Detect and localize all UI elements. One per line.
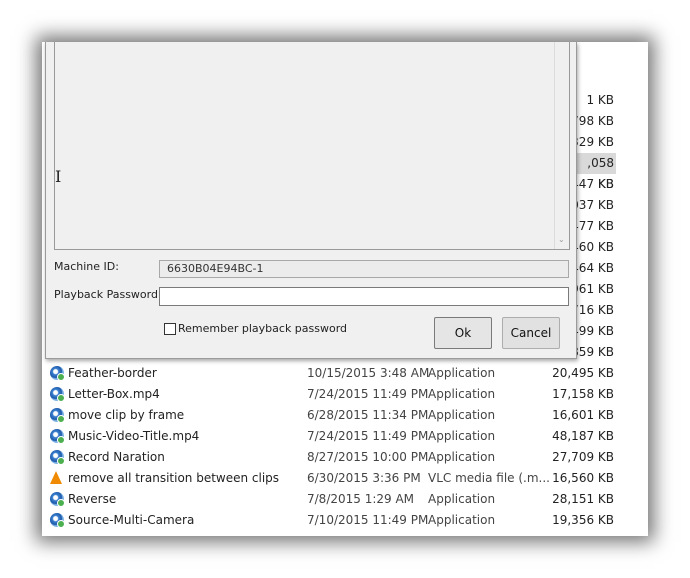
app-icon [50, 429, 65, 444]
app-icon [50, 408, 65, 423]
file-name: move clip by frame [68, 408, 185, 422]
file-size: 16,601 KB [552, 408, 614, 422]
remember-password-checkbox[interactable] [164, 323, 176, 335]
list-item[interactable]: Source-Multi-Camera 7/10/2015 11:49 PM App… [42, 510, 648, 531]
file-size: 48,187 KB [552, 429, 614, 443]
app-icon [50, 366, 65, 381]
file-date: 6/28/2015 11:34 PM [307, 408, 429, 422]
file-type: Application [428, 387, 496, 401]
playback-password-dialog: ⌄ I Machine ID: 6630B04E94BC-1 Playback … [45, 42, 577, 359]
ok-button[interactable]: Ok [434, 317, 492, 349]
file-type: VLC media file (.m... [428, 471, 550, 485]
file-type: Application [428, 492, 496, 506]
file-date: 7/24/2015 11:49 PM [307, 429, 429, 443]
app-icon [50, 492, 65, 507]
vlc-cone-icon [50, 471, 64, 485]
playback-password-input[interactable] [159, 287, 569, 306]
file-name: Letter-Box.mp4 [68, 387, 160, 401]
playback-password-label: Playback Password: [54, 288, 162, 301]
file-date: 8/27/2015 10:00 PM [307, 450, 429, 464]
app-icon [50, 513, 65, 528]
text-cursor-ibeam-icon: I [55, 167, 62, 186]
list-item[interactable]: Reverse 7/8/2015 1:29 AM Application 28,151… [42, 489, 648, 510]
file-size: 27,709 KB [552, 450, 614, 464]
file-date: 7/8/2015 1:29 AM [307, 492, 415, 506]
app-icon [50, 450, 65, 465]
file-name: remove all transition between clips [68, 471, 280, 485]
file-name: Reverse [68, 492, 117, 506]
machine-id-label: Machine ID: [54, 260, 119, 273]
file-name: Source-Multi-Camera [68, 513, 195, 527]
file-name: Music-Video-Title.mp4 [68, 429, 200, 443]
file-type: Application [428, 513, 496, 527]
list-item[interactable]: Music-Video-Title.mp4 7/24/2015 11:49 PM A… [42, 426, 648, 447]
file-size: 16,560 KB [552, 471, 614, 485]
vertical-scrollbar[interactable]: ⌄ [554, 42, 569, 249]
machine-id-field[interactable]: 6630B04E94BC-1 [159, 260, 569, 278]
list-item[interactable]: move clip by frame 6/28/2015 11:34 PM Appl… [42, 405, 648, 426]
file-date: 10/15/2015 3:48 AM [307, 366, 430, 380]
size-cell: ,058 KB [574, 153, 616, 191]
file-size: 28,151 KB [552, 492, 614, 506]
file-size: 17,158 KB [552, 387, 614, 401]
file-date: 7/10/2015 11:49 PM [307, 513, 429, 527]
file-type: Application [428, 450, 496, 464]
file-date: 7/24/2015 11:49 PM [307, 387, 429, 401]
info-text-area[interactable]: ⌄ [54, 42, 570, 250]
file-type: Application [428, 366, 496, 380]
file-type: Application [428, 408, 496, 422]
remember-password-label: Remember playback password [178, 322, 348, 335]
file-name: Record Naration [68, 450, 165, 464]
scroll-down-chevron-icon[interactable]: ⌄ [558, 235, 565, 244]
app-icon [50, 387, 65, 402]
list-item[interactable]: Record Naration 8/27/2015 10:00 PM Applica… [42, 447, 648, 468]
file-name: Feather-border [68, 366, 157, 380]
size-cell: 1 KB [586, 93, 614, 107]
list-item[interactable]: Letter-Box.mp4 7/24/2015 11:49 PM Applicat… [42, 384, 648, 405]
file-date: 6/30/2015 3:36 PM [307, 471, 421, 485]
cancel-button[interactable]: Cancel [502, 317, 560, 349]
screenshot-frame: 1 KB ,798 KB ,329 KB ,058 KB ,447 KB ,037 KB,… [42, 42, 648, 536]
list-item[interactable]: remove all transition between clips 6/30/… [42, 468, 648, 489]
list-item[interactable]: Feather-border 10/15/2015 3:48 AM Applicat… [42, 363, 648, 384]
file-size: 20,495 KB [552, 366, 614, 380]
file-type: Application [428, 429, 496, 443]
file-size: 19,356 KB [552, 513, 614, 527]
